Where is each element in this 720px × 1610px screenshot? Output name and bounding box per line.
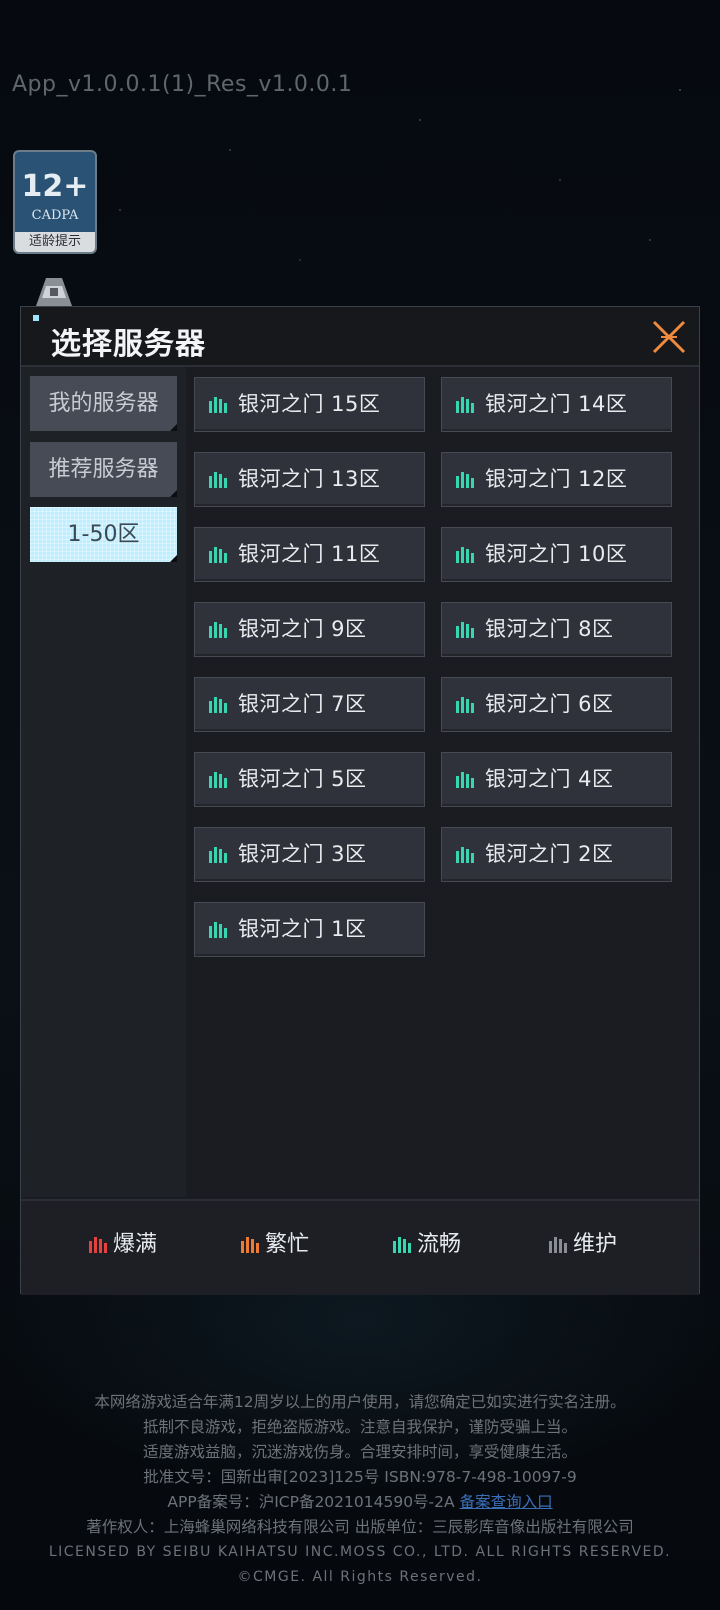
server-select-dialog: 选择服务器 我的服务器 推荐服务器 1-50区 银河之门 15区 银河之门 14区… xyxy=(20,306,700,1295)
signal-strength-icon xyxy=(209,922,227,938)
game-emblem-icon xyxy=(36,278,72,306)
age-rating-tip: 适龄提示 xyxy=(15,232,95,252)
server-name: 银河之门 15区 xyxy=(238,392,381,416)
server-button[interactable]: 银河之门 1区 xyxy=(194,902,425,957)
server-list: 银河之门 15区 银河之门 14区银河之门 13区 银河之门 12区银河之门 11区… xyxy=(194,377,684,967)
signal-busy-icon xyxy=(241,1237,259,1253)
server-button[interactable]: 银河之门 8区 xyxy=(441,602,672,657)
server-button[interactable]: 银河之门 12区 xyxy=(441,452,672,507)
dialog-header: 选择服务器 xyxy=(21,307,699,367)
signal-strength-icon xyxy=(209,622,227,638)
dialog-title: 选择服务器 xyxy=(51,327,206,362)
legend-smooth-label: 流畅 xyxy=(417,1232,462,1257)
server-category-sidebar: 我的服务器 推荐服务器 1-50区 xyxy=(21,367,186,1197)
footer-health-notice-2: 适度游戏益脑，沉迷游戏伤身。合理安排时间，享受健康生活。 xyxy=(142,1443,577,1461)
server-button[interactable]: 银河之门 2区 xyxy=(441,827,672,882)
server-button[interactable]: 银河之门 9区 xyxy=(194,602,425,657)
server-name: 银河之门 10区 xyxy=(485,542,628,566)
server-name: 银河之门 12区 xyxy=(485,467,628,491)
server-button[interactable]: 银河之门 13区 xyxy=(194,452,425,507)
signal-strength-icon xyxy=(456,847,474,863)
server-name: 银河之门 1区 xyxy=(238,917,367,941)
footer-license: LICENSED BY SEIBU KAIHATSU INC.MOSS CO.,… xyxy=(48,1544,672,1560)
signal-strength-icon xyxy=(456,397,474,413)
tab-zone-1-50[interactable]: 1-50区 xyxy=(30,507,177,562)
signal-full-icon xyxy=(89,1237,107,1253)
server-name: 银河之门 7区 xyxy=(238,692,367,716)
signal-strength-icon xyxy=(209,547,227,563)
signal-strength-icon xyxy=(209,697,227,713)
server-name: 银河之门 14区 xyxy=(485,392,628,416)
footer-approval-number: 批准文号：国新出审[2023]125号 ISBN:978-7-498-10097… xyxy=(143,1468,577,1486)
close-icon[interactable] xyxy=(649,317,689,357)
signal-strength-icon xyxy=(456,547,474,563)
server-name: 银河之门 9区 xyxy=(238,617,367,641)
server-button[interactable]: 银河之门 10区 xyxy=(441,527,672,582)
header-accent-dot xyxy=(33,315,39,321)
age-rating-badge[interactable]: 12+ CADPA 适龄提示 xyxy=(13,150,97,254)
status-legend: 爆满 繁忙 流畅 维护 xyxy=(21,1199,699,1295)
server-name: 银河之门 3区 xyxy=(238,842,367,866)
signal-strength-icon xyxy=(209,772,227,788)
version-label: App_v1.0.0.1(1)_Res_v1.0.0.1 xyxy=(12,72,353,97)
tab-recommended-servers[interactable]: 推荐服务器 xyxy=(30,442,177,497)
age-rating-value: 12+ xyxy=(21,169,89,204)
legend-busy-label: 繁忙 xyxy=(265,1232,310,1257)
screen: App_v1.0.0.1(1)_Res_v1.0.0.1 12+ CADPA 适… xyxy=(0,0,720,1610)
footer-record-query-link[interactable]: 备案查询入口 xyxy=(460,1493,553,1511)
server-name: 银河之门 6区 xyxy=(485,692,614,716)
server-button[interactable]: 银河之门 15区 xyxy=(194,377,425,432)
footer-age-notice: 本网络游戏适合年满12周岁以上的用户使用，请您确定已如实进行实名注册。 xyxy=(94,1393,626,1411)
signal-maintenance-icon xyxy=(549,1237,567,1253)
server-button[interactable]: 银河之门 11区 xyxy=(194,527,425,582)
server-name: 银河之门 8区 xyxy=(485,617,614,641)
server-button[interactable]: 银河之门 3区 xyxy=(194,827,425,882)
server-button[interactable]: 银河之门 4区 xyxy=(441,752,672,807)
server-button[interactable]: 银河之门 7区 xyxy=(194,677,425,732)
signal-strength-icon xyxy=(209,472,227,488)
server-name: 银河之门 2区 xyxy=(485,842,614,866)
legend-maintenance-label: 维护 xyxy=(573,1232,618,1257)
signal-strength-icon xyxy=(456,622,474,638)
server-name: 银河之门 13区 xyxy=(238,467,381,491)
server-button[interactable]: 银河之门 14区 xyxy=(441,377,672,432)
footer-rights: ©CMGE. All Rights Reserved. xyxy=(237,1569,483,1585)
age-rating-org: CADPA xyxy=(31,208,79,223)
legend-full-label: 爆满 xyxy=(113,1232,158,1257)
signal-smooth-icon xyxy=(393,1237,411,1253)
server-name: 银河之门 11区 xyxy=(238,542,381,566)
footer-icp-number: APP备案号：沪ICP备2021014590号-2A xyxy=(167,1493,455,1511)
footer-icp-line: APP备案号：沪ICP备2021014590号-2A 备案查询入口 xyxy=(0,1490,720,1515)
server-button[interactable]: 银河之门 6区 xyxy=(441,677,672,732)
footer-copyright-holder: 著作权人：上海蜂巢网络科技有限公司 出版单位：三辰影库音像出版社有限公司 xyxy=(86,1518,634,1536)
server-name: 银河之门 4区 xyxy=(485,767,614,791)
signal-strength-icon xyxy=(209,397,227,413)
legal-footer: 本网络游戏适合年满12周岁以上的用户使用，请您确定已如实进行实名注册。 抵制不良… xyxy=(0,1390,720,1590)
signal-strength-icon xyxy=(209,847,227,863)
signal-strength-icon xyxy=(456,772,474,788)
server-button[interactable]: 银河之门 5区 xyxy=(194,752,425,807)
server-name: 银河之门 5区 xyxy=(238,767,367,791)
tab-my-servers[interactable]: 我的服务器 xyxy=(30,376,177,431)
signal-strength-icon xyxy=(456,472,474,488)
footer-health-notice-1: 抵制不良游戏，拒绝盗版游戏。注意自我保护，谨防受骗上当。 xyxy=(142,1418,577,1436)
signal-strength-icon xyxy=(456,697,474,713)
